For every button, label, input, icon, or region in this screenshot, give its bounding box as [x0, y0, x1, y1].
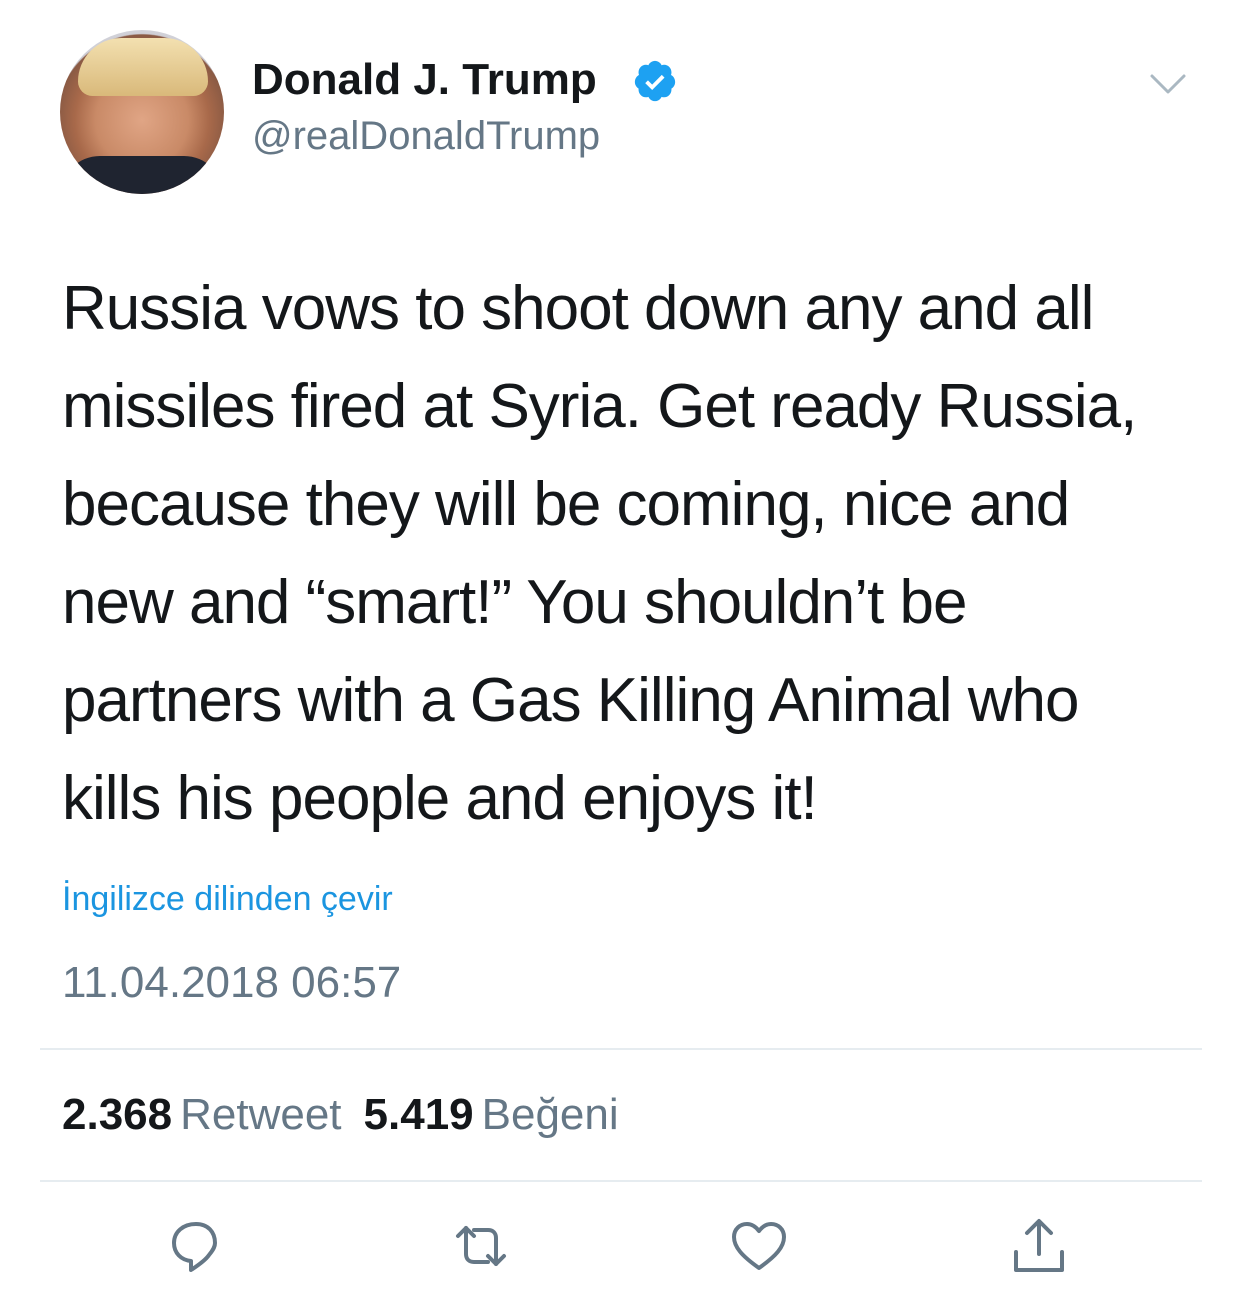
avatar-hair — [78, 38, 208, 96]
engagement-stats: 2.368 Retweet 5.419 Beğeni — [62, 1090, 641, 1140]
share-icon[interactable] — [1006, 1216, 1072, 1276]
reply-icon[interactable] — [166, 1216, 232, 1276]
like-icon[interactable] — [726, 1216, 792, 1276]
tweet-text: Russia vows to shoot down any and all mi… — [62, 274, 1137, 833]
divider — [40, 1180, 1202, 1182]
author-handle[interactable]: @realDonaldTrump — [252, 114, 600, 159]
verified-badge-icon — [634, 60, 676, 102]
tweet-timestamp: 11.04.2018 06:57 — [62, 958, 402, 1007]
author-display-name[interactable]: Donald J. Trump — [252, 55, 597, 105]
retweet-icon[interactable] — [448, 1216, 514, 1276]
retweet-count[interactable]: 2.368 — [62, 1090, 172, 1139]
retweet-label[interactable]: Retweet — [180, 1090, 341, 1139]
avatar[interactable] — [60, 30, 224, 194]
like-count[interactable]: 5.419 — [364, 1090, 474, 1139]
like-label[interactable]: Beğeni — [482, 1090, 619, 1139]
divider — [40, 1048, 1202, 1050]
chevron-down-icon[interactable] — [1148, 68, 1188, 98]
translate-link[interactable]: İngilizce dilinden çevir — [62, 880, 393, 919]
avatar-suit — [60, 156, 224, 194]
